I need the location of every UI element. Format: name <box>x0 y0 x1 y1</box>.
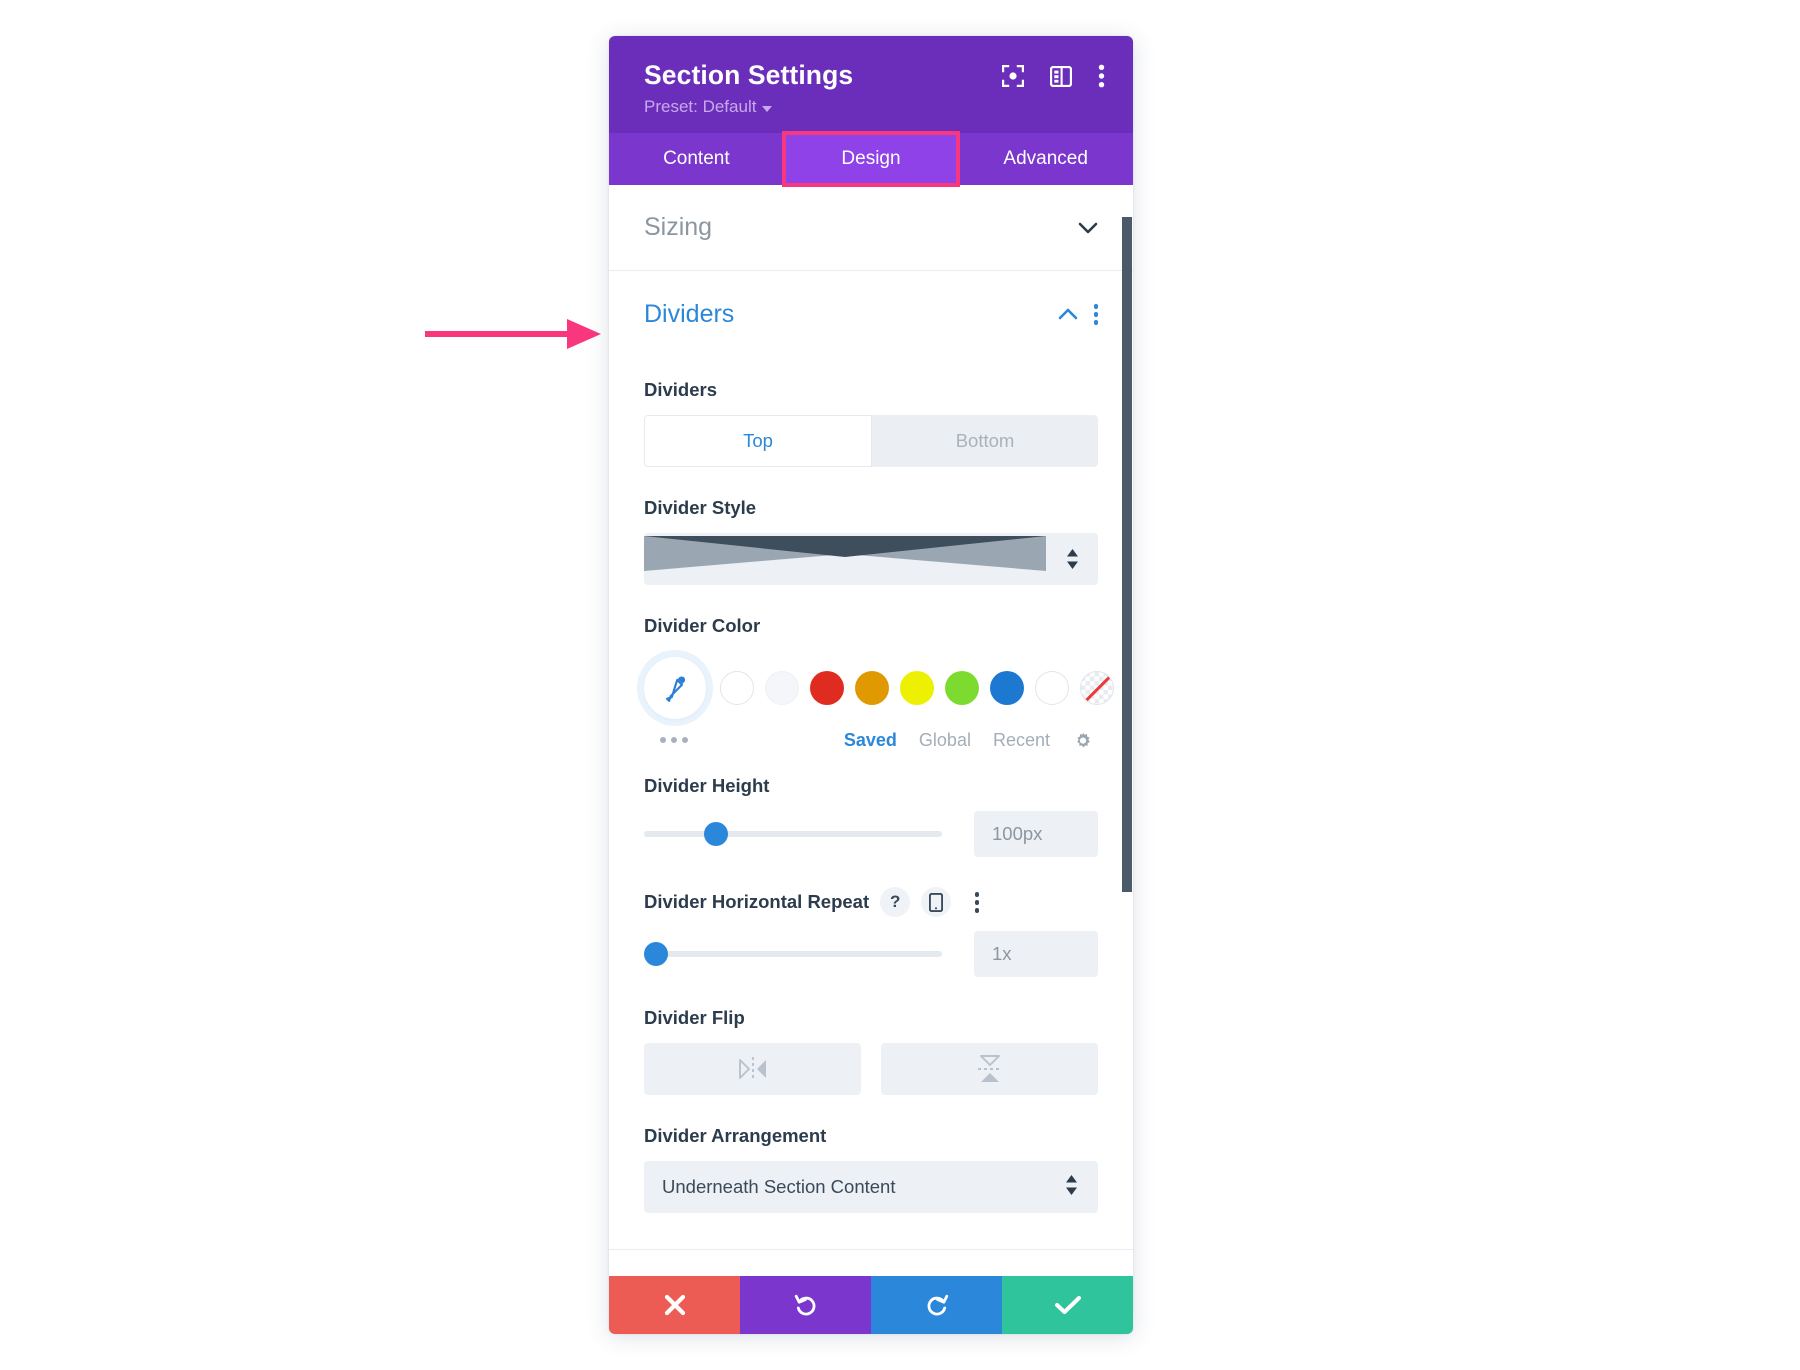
flip-horizontal-button[interactable] <box>644 1043 861 1096</box>
header-icon-group <box>1002 64 1105 88</box>
panel-body: Sizing Dividers Dividers Top Bottom Divi… <box>609 185 1133 1276</box>
divider-flip-label: Divider Flip <box>644 1007 745 1029</box>
field-divider-arrangement: Divider Arrangement Underneath Section C… <box>644 1125 1098 1214</box>
accordion-dividers[interactable]: Dividers <box>609 271 1133 357</box>
stepper-icon <box>1065 1173 1078 1202</box>
cancel-button[interactable] <box>609 1276 740 1334</box>
focus-target-icon[interactable] <box>1002 65 1024 87</box>
divider-height-label: Divider Height <box>644 775 770 797</box>
divider-style-stepper[interactable] <box>1046 533 1098 585</box>
flip-horizontal-icon <box>738 1057 766 1082</box>
chevron-down-icon <box>762 105 773 112</box>
scrollbar-track[interactable] <box>1122 185 1133 1276</box>
chevron-down-icon[interactable] <box>1078 222 1098 234</box>
flip-vertical-button[interactable] <box>881 1043 1098 1096</box>
swatch-orange[interactable] <box>855 671 889 706</box>
divider-horizontal-repeat-slider[interactable] <box>644 931 942 977</box>
slider-thumb[interactable] <box>644 942 668 967</box>
divider-height-control: 100px <box>644 811 1098 858</box>
divider-horizontal-repeat-input[interactable]: 1x <box>974 931 1098 978</box>
divider-arrangement-select[interactable]: Underneath Section Content <box>644 1161 1098 1214</box>
panel-footer <box>609 1276 1133 1334</box>
help-icon[interactable]: ? <box>880 887 911 918</box>
accordion-dividers-controls <box>1058 304 1098 325</box>
swatch-none[interactable] <box>1080 671 1114 706</box>
accordion-spacing[interactable]: Spacing <box>609 1249 1133 1276</box>
divider-position-bottom[interactable]: Bottom <box>872 415 1098 468</box>
screenshot-root: Section Settings Preset: Default Content… <box>0 0 1800 1370</box>
eyedropper-icon[interactable] <box>644 657 706 720</box>
divider-color-tabs-row: Saved Global Recent <box>644 729 1098 751</box>
swatch-red[interactable] <box>810 671 844 706</box>
divider-arrangement-label: Divider Arrangement <box>644 1125 827 1147</box>
swatch-yellow[interactable] <box>900 671 934 706</box>
field-divider-horizontal-repeat: Divider Horizontal Repeat ? 1x <box>644 887 1098 978</box>
divider-color-swatch-row <box>644 651 1114 725</box>
divider-arrangement-value: Underneath Section Content <box>662 1176 896 1198</box>
panel-header: Section Settings Preset: Default <box>609 36 1133 134</box>
accordion-sizing[interactable]: Sizing <box>609 185 1133 272</box>
divider-height-slider[interactable] <box>644 811 942 857</box>
divider-height-input[interactable]: 100px <box>974 811 1098 858</box>
swatch-green[interactable] <box>945 671 979 706</box>
color-tab-saved[interactable]: Saved <box>844 730 897 751</box>
divider-style-label: Divider Style <box>644 497 757 519</box>
undo-button[interactable] <box>740 1276 871 1334</box>
callout-arrow <box>425 319 601 349</box>
field-divider-height: Divider Height 100px <box>644 775 1098 858</box>
color-tab-global[interactable]: Global <box>919 730 971 751</box>
field-divider-color: Divider Color Saved Global Recent <box>644 615 1114 751</box>
redo-icon <box>927 1294 948 1316</box>
close-icon <box>664 1294 685 1316</box>
slider-track <box>644 951 942 958</box>
divider-position-top[interactable]: Top <box>644 415 872 468</box>
accordion-dividers-label: Dividers <box>644 299 735 328</box>
field-divider-flip: Divider Flip <box>644 1007 1098 1096</box>
undo-icon <box>794 1294 815 1316</box>
tab-design[interactable]: Design <box>781 131 961 188</box>
field-divider-style: Divider Style <box>644 497 1098 586</box>
tab-content[interactable]: Content <box>609 133 784 185</box>
preset-selector[interactable]: Preset: Default <box>644 97 773 117</box>
slider-thumb[interactable] <box>703 822 728 847</box>
divider-style-preview <box>644 533 1046 586</box>
save-button[interactable] <box>1002 1276 1133 1334</box>
flip-vertical-icon <box>977 1055 1002 1083</box>
more-horizontal-icon[interactable] <box>644 737 688 744</box>
section-settings-panel: Section Settings Preset: Default Content… <box>609 36 1133 1334</box>
swatch-white-3[interactable] <box>1035 671 1069 706</box>
chevron-up-icon[interactable] <box>1058 308 1078 320</box>
divider-position-label: Dividers <box>644 379 718 401</box>
more-vertical-icon[interactable] <box>1093 304 1098 325</box>
tab-advanced[interactable]: Advanced <box>958 133 1133 185</box>
slider-track <box>644 831 942 838</box>
divider-horizontal-repeat-control: 1x <box>644 931 1098 978</box>
color-tab-recent[interactable]: Recent <box>993 730 1050 751</box>
gear-icon[interactable] <box>1072 729 1094 751</box>
color-source-tabs: Saved Global Recent <box>844 729 1094 751</box>
scrollbar-thumb[interactable] <box>1122 217 1132 893</box>
dividers-section-content: Dividers Top Bottom Divider Style Divide… <box>609 357 1133 1249</box>
checkmark-icon <box>1054 1296 1081 1314</box>
divider-style-select[interactable] <box>644 533 1098 586</box>
more-vertical-icon[interactable] <box>1098 64 1105 88</box>
tab-bar: Content Design Advanced <box>609 131 1133 188</box>
swatch-blue[interactable] <box>990 671 1024 706</box>
more-vertical-icon[interactable] <box>962 887 992 917</box>
field-divider-position: Dividers Top Bottom <box>644 379 1098 468</box>
preset-label: Preset: Default <box>644 97 757 117</box>
responsive-device-icon[interactable] <box>921 887 952 918</box>
redo-button[interactable] <box>871 1276 1002 1334</box>
divider-flip-buttons <box>644 1043 1098 1096</box>
accordion-sizing-controls <box>1078 222 1098 234</box>
swatch-white-2[interactable] <box>765 671 799 706</box>
divider-color-label: Divider Color <box>644 615 761 637</box>
accordion-sizing-label: Sizing <box>644 213 713 242</box>
layout-panel-icon[interactable] <box>1050 65 1072 87</box>
swatch-white-1[interactable] <box>720 671 754 706</box>
divider-position-toggle: Top Bottom <box>644 415 1098 468</box>
divider-horizontal-repeat-label-row: Divider Horizontal Repeat ? <box>644 887 1098 918</box>
divider-horizontal-repeat-label: Divider Horizontal Repeat <box>644 891 870 913</box>
